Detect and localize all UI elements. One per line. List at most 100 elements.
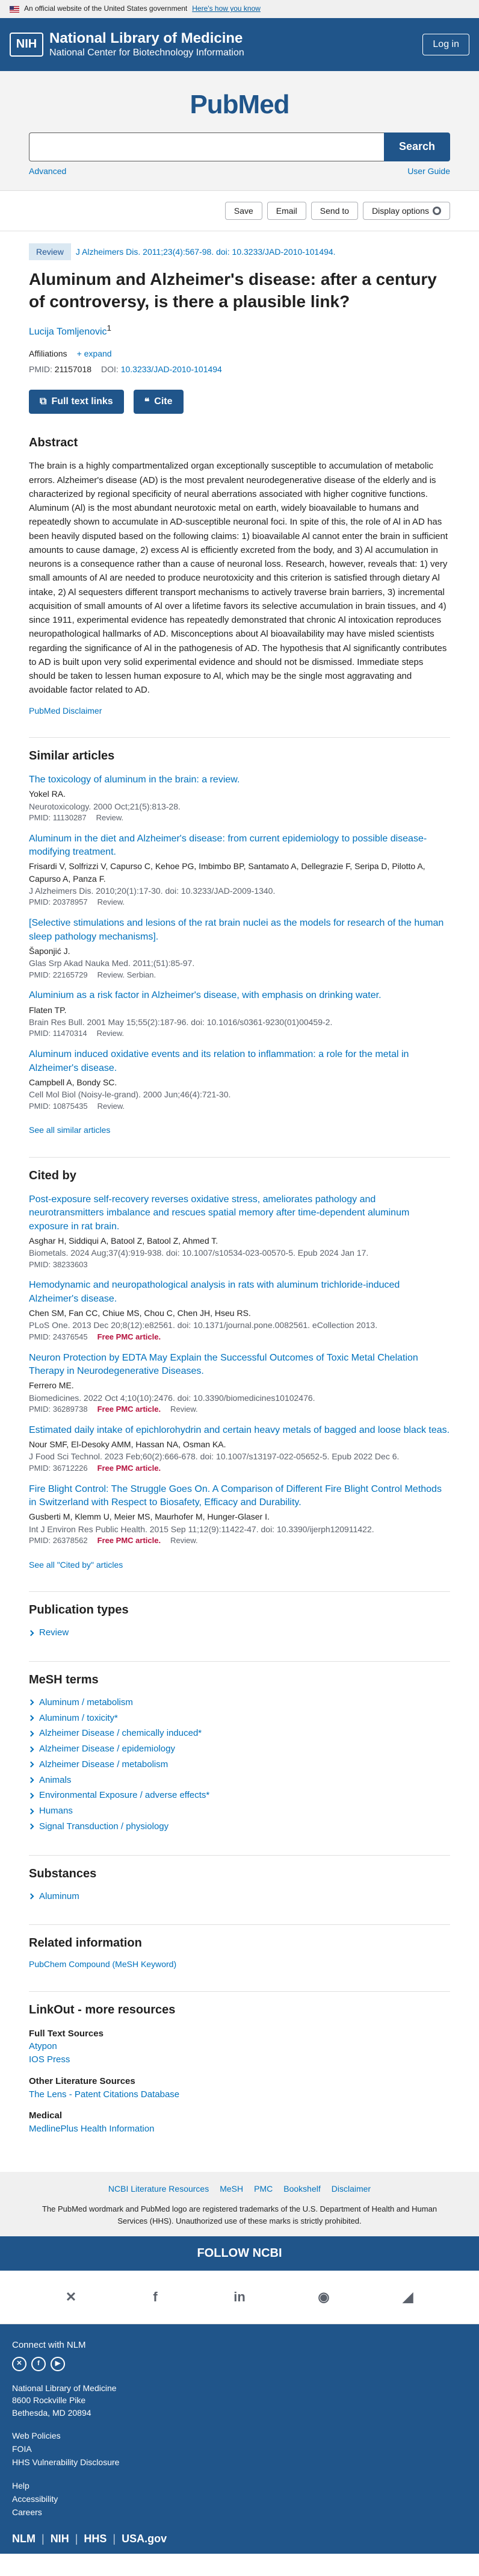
abstract-section: Abstract The brain is a highly compartme… [29,434,450,717]
cited-article-pmid: PMID: 36289738 [29,1404,88,1414]
expand-affiliations-button[interactable]: + expand [77,348,112,360]
full-text-links-button[interactable]: ⧉ Full text links [29,390,124,414]
login-button[interactable]: Log in [422,34,469,55]
agency-link[interactable]: HHS [84,2531,107,2546]
heres-how-you-know-link[interactable]: Here's how you know [192,4,261,14]
publication-type-item[interactable]: Review [28,1625,450,1641]
substance-item-label[interactable]: Aluminum [39,1890,79,1903]
cited-article-title-link[interactable]: Post-exposure self-recovery reverses oxi… [29,1193,450,1233]
facebook-circle-icon[interactable]: f [31,2356,46,2371]
similar-article-item: Aluminum in the diet and Alzheimer's dis… [29,832,450,909]
mesh-term-item-label[interactable]: Alzheimer Disease / chemically induced* [39,1727,202,1740]
chevron-right-icon [28,1823,34,1830]
advanced-search-link[interactable]: Advanced [29,165,66,177]
facebook-icon[interactable]: f [146,2288,165,2307]
nlm-logo-link[interactable]: NIH National Library of Medicine Nationa… [10,30,244,58]
mesh-term-item-label[interactable]: Alzheimer Disease / epidemiology [39,1742,175,1756]
mesh-term-item-label[interactable]: Alzheimer Disease / metabolism [39,1758,168,1771]
free-pmc-badge: Free PMC article. [97,1404,161,1414]
search-button[interactable]: Search [384,132,450,161]
nlm-title: National Library of Medicine [49,30,243,47]
similar-article-title-link[interactable]: [Selective stimulations and lesions of t… [29,917,450,944]
github-icon[interactable]: ◉ [314,2288,333,2307]
agency-link[interactable]: NLM [12,2531,36,2546]
mesh-term-item[interactable]: Humans [28,1803,450,1819]
youtube-circle-icon[interactable]: ▶ [51,2356,65,2371]
cited-article-title-link[interactable]: Fire Blight Control: The Struggle Goes O… [29,1483,450,1510]
linkout-group-title: Other Literature Sources [29,2075,135,2086]
linkout-link[interactable]: MedlinePlus Health Information [29,2122,450,2136]
similar-article-title-link[interactable]: Aluminum in the diet and Alzheimer's dis… [29,832,450,859]
footer-link[interactable]: NCBI Literature Resources [108,2183,209,2195]
similar-article-item: Aluminium as a risk factor in Alzheimer'… [29,989,450,1040]
related-info-link[interactable]: PubChem Compound (MeSH Keyword) [29,1958,450,1970]
send-to-button[interactable]: Send to [311,202,359,220]
mesh-term-item[interactable]: Animals [28,1773,450,1788]
agency-link[interactable]: NIH [51,2531,69,2546]
mesh-term-item[interactable]: Alzheimer Disease / metabolism [28,1757,450,1773]
mesh-term-item[interactable]: Alzheimer Disease / chemically induced* [28,1726,450,1741]
free-pmc-badge: Free PMC article. [97,1535,161,1545]
mesh-term-item-label[interactable]: Aluminum / toxicity* [39,1712,118,1725]
similar-article-authors: Flaten TP. [29,1005,67,1015]
save-button[interactable]: Save [224,202,262,220]
agency-links: NLM | NIH | HHS | USA.gov [12,2531,467,2546]
mesh-term-item[interactable]: Aluminum / metabolism [28,1695,450,1711]
blog-icon[interactable]: ◢ [398,2288,418,2307]
similar-article-title-link[interactable]: Aluminum induced oxidative events and it… [29,1048,450,1075]
cited-article-type: Review. [170,1535,198,1545]
linkout-link[interactable]: Atypon [29,2040,450,2053]
linkout-link[interactable]: The Lens - Patent Citations Database [29,2088,450,2101]
search-input[interactable] [29,132,384,161]
help-link[interactable]: Help [12,2480,467,2492]
article-buttons: ⧉ Full text links ❝ Cite [29,390,450,414]
mesh-term-item[interactable]: Signal Transduction / physiology [28,1819,450,1835]
cited-article-pmid: PMID: 38233603 [29,1259,88,1269]
publication-type-item-label[interactable]: Review [39,1626,69,1639]
mesh-term-item-label[interactable]: Signal Transduction / physiology [39,1820,168,1833]
help-link[interactable]: Careers [12,2506,467,2518]
cited-article-title-link[interactable]: Hemodynamic and neuropathological analys… [29,1279,450,1306]
follow-ncbi-bar: FOLLOW NCBI [0,2236,479,2271]
similar-article-title-link[interactable]: The toxicology of aluminum in the brain:… [29,773,450,787]
similar-article-pmid: PMID: 10875435 [29,1101,88,1111]
footer-link[interactable]: Disclaimer [332,2183,371,2195]
mesh-term-item[interactable]: Environmental Exposure / adverse effects… [28,1788,450,1803]
x-circle-icon[interactable]: ✕ [12,2356,26,2371]
mesh-term-item-label[interactable]: Animals [39,1774,71,1787]
mesh-term-item[interactable]: Aluminum / toxicity* [28,1711,450,1726]
footer-link[interactable]: Bookshelf [283,2183,320,2195]
gov-banner-text: An official website of the United States… [24,4,188,13]
mesh-term-item[interactable]: Alzheimer Disease / epidemiology [28,1741,450,1757]
chevron-right-icon [28,1777,34,1783]
cited-article-title-link[interactable]: Neuron Protection by EDTA May Explain th… [29,1352,450,1379]
see-all-cited-link[interactable]: See all "Cited by" articles [29,1559,450,1571]
cited-article-title-link[interactable]: Estimated daily intake of epichlorohydri… [29,1424,450,1437]
mesh-term-item-label[interactable]: Humans [39,1804,73,1818]
pubmed-logo[interactable]: PubMed [29,86,450,124]
free-pmc-badge: Free PMC article. [97,1463,161,1473]
linkedin-icon[interactable]: in [230,2288,249,2307]
agency-link[interactable]: USA.gov [122,2531,167,2546]
mesh-term-item-label[interactable]: Aluminum / metabolism [39,1696,133,1709]
similar-article-title-link[interactable]: Aluminium as a risk factor in Alzheimer'… [29,989,450,1002]
display-options-button[interactable]: Display options [363,202,450,220]
email-button[interactable]: Email [267,202,306,220]
footer-link[interactable]: MeSH [220,2183,243,2195]
see-all-similar-link[interactable]: See all similar articles [29,1124,450,1136]
help-link[interactable]: Accessibility [12,2493,467,2505]
policy-link[interactable]: FOIA [12,2443,467,2455]
pubmed-disclaimer-link[interactable]: PubMed Disclaimer [29,705,450,717]
user-guide-link[interactable]: User Guide [407,165,450,177]
doi-link[interactable]: 10.3233/JAD-2010-101494 [121,364,222,374]
author-link[interactable]: Lucija Tomljenovic [29,327,107,337]
policy-link[interactable]: Web Policies [12,2430,467,2442]
substance-item[interactable]: Aluminum [28,1889,450,1904]
cite-button[interactable]: ❝ Cite [133,390,184,414]
linkout-link[interactable]: IOS Press [29,2053,450,2066]
mesh-term-item-label[interactable]: Environmental Exposure / adverse effects… [39,1789,209,1802]
x-icon[interactable]: ✕ [61,2288,81,2307]
journal-citation-link[interactable]: J Alzheimers Dis. 2011;23(4):567-98. doi… [76,246,336,258]
footer-link[interactable]: PMC [254,2183,273,2195]
policy-link[interactable]: HHS Vulnerability Disclosure [12,2456,467,2468]
